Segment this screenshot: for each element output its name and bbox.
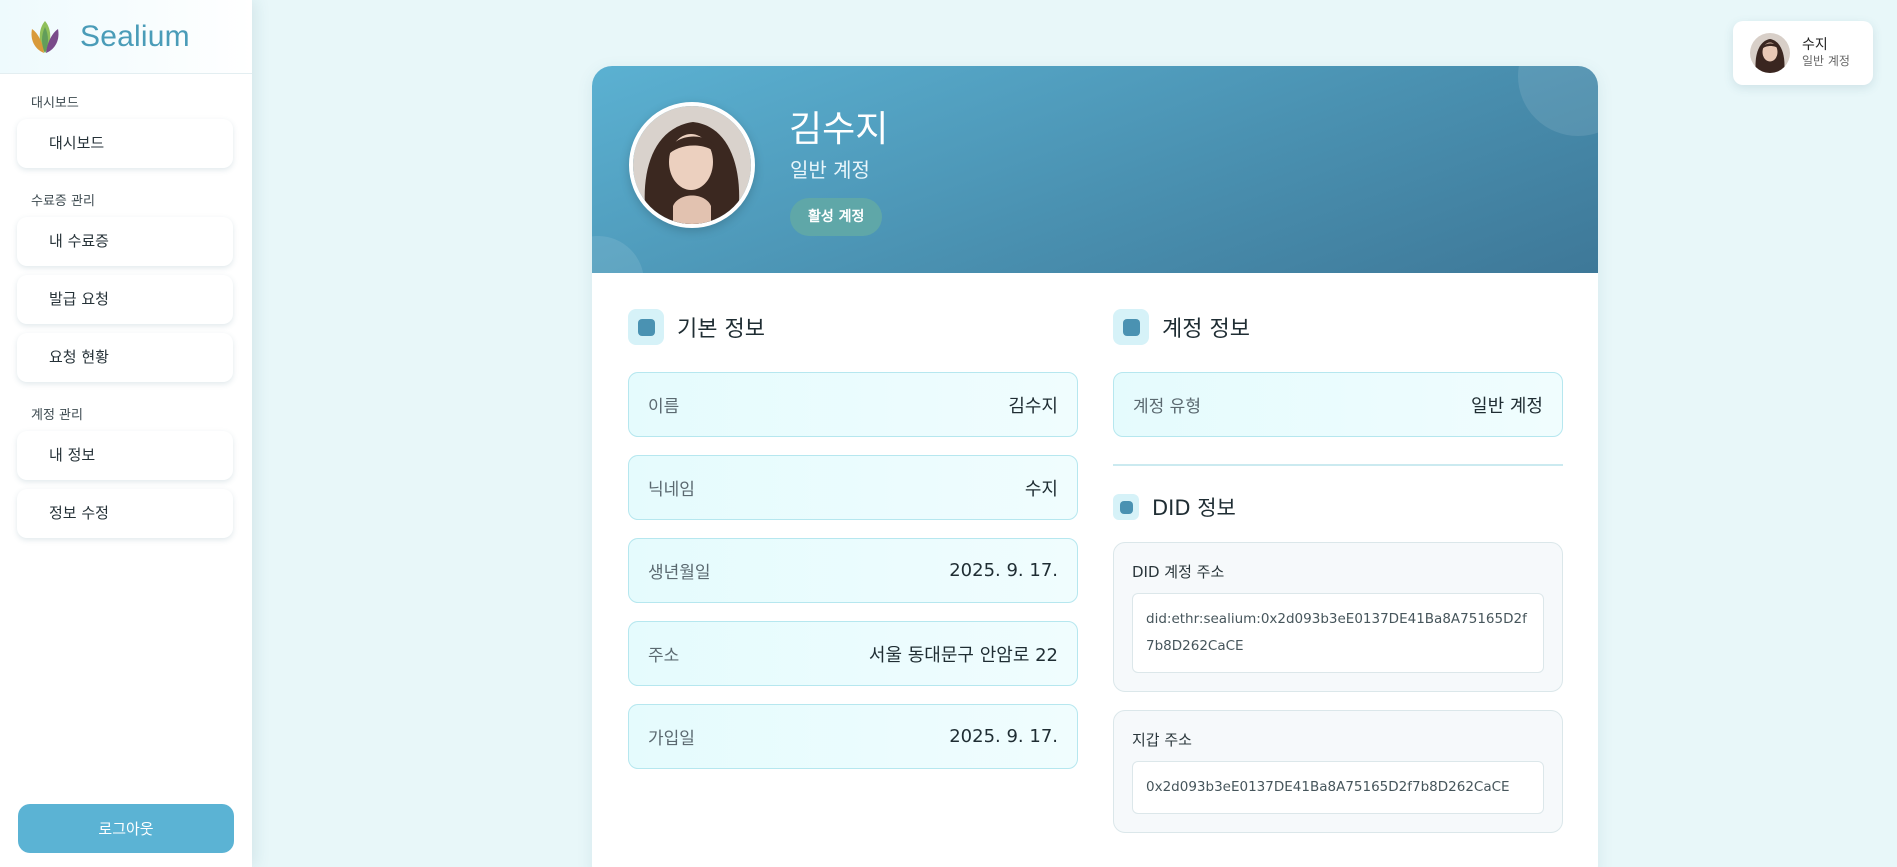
info-value: 서울 동대문구 안암로 22 xyxy=(868,644,1058,666)
info-label: 생년월일 xyxy=(648,563,711,583)
section-title: DID 정보 xyxy=(1152,496,1236,520)
wallet-address-box: 지갑 주소 0x2d093b3eE0137DE41Ba8A75165D2f7b8… xyxy=(1113,710,1563,833)
did-section-header: DID 정보 xyxy=(1113,492,1563,522)
profile-header: 김수지 일반 계정 활성 계정 xyxy=(592,66,1598,273)
info-square-icon xyxy=(1113,309,1149,345)
did-address-field[interactable]: did:ethr:sealium:0x2d093b3eE0137DE41Ba8A… xyxy=(1132,593,1544,673)
profile-photo-icon xyxy=(633,106,751,224)
info-value: 김수지 xyxy=(1008,395,1058,417)
info-row-name: 이름 김수지 xyxy=(628,372,1078,437)
wallet-address-label: 지갑 주소 xyxy=(1132,731,1192,749)
sidebar-item-request-status[interactable]: 요청 현황 xyxy=(17,333,233,382)
info-row-joined: 가입일 2025. 9. 17. xyxy=(628,704,1078,769)
info-value: 수지 xyxy=(1024,478,1058,500)
info-square-icon xyxy=(1113,494,1139,520)
info-row-birthdate: 생년월일 2025. 9. 17. xyxy=(628,538,1078,603)
avatar xyxy=(1750,33,1790,73)
logout-button[interactable]: 로그아웃 xyxy=(18,804,234,853)
sidebar-item-dashboard[interactable]: 대시보드 xyxy=(17,119,233,168)
sidebar-item-my-certificates[interactable]: 내 수료증 xyxy=(17,217,233,266)
profile-name: 김수지 xyxy=(789,109,889,150)
brand[interactable]: Sealium xyxy=(0,0,252,74)
leaf-logo-icon xyxy=(31,20,59,53)
account-info-section: 계정 정보 계정 유형 일반 계정 DID 정보 DID 계정 주소 did:e… xyxy=(1113,309,1563,833)
divider xyxy=(1113,464,1563,466)
sidebar-item-my-info[interactable]: 내 정보 xyxy=(17,431,233,480)
info-label: 주소 xyxy=(648,646,680,666)
user-menu[interactable]: 수지 일반 계정 xyxy=(1733,21,1873,85)
info-value: 2025. 9. 17. xyxy=(949,560,1058,581)
did-address-box: DID 계정 주소 did:ethr:sealium:0x2d093b3eE01… xyxy=(1113,542,1563,692)
basic-info-section: 기본 정보 이름 김수지 닉네임 수지 생년월일 2025. 9. 17. 주소… xyxy=(628,309,1078,769)
wallet-address-field[interactable]: 0x2d093b3eE0137DE41Ba8A75165D2f7b8D262Ca… xyxy=(1132,761,1544,814)
info-row-address: 주소 서울 동대문구 안암로 22 xyxy=(628,621,1078,686)
sidebar-item-edit-info[interactable]: 정보 수정 xyxy=(17,489,233,538)
info-label: 닉네임 xyxy=(648,480,695,500)
profile-role: 일반 계정 xyxy=(790,158,870,182)
info-row-nickname: 닉네임 수지 xyxy=(628,455,1078,520)
brand-name: Sealium xyxy=(80,19,190,53)
info-label: 계정 유형 xyxy=(1133,397,1201,417)
section-title: 계정 정보 xyxy=(1162,317,1250,342)
decorative-circle xyxy=(1518,66,1598,136)
info-label: 이름 xyxy=(648,397,680,417)
user-role: 일반 계정 xyxy=(1802,54,1850,68)
info-label: 가입일 xyxy=(648,729,695,749)
user-name: 수지 xyxy=(1802,37,1828,53)
info-value: 2025. 9. 17. xyxy=(949,726,1058,747)
sidebar-item-issue-request[interactable]: 발급 요청 xyxy=(17,275,233,324)
section-header: 기본 정보 xyxy=(628,309,1078,345)
status-badge: 활성 계정 xyxy=(790,198,883,236)
section-title: 기본 정보 xyxy=(677,317,765,342)
decorative-circle xyxy=(592,236,644,273)
info-row-account-type: 계정 유형 일반 계정 xyxy=(1113,372,1563,437)
sidebar: Sealium 대시보드 대시보드 수료증 관리 내 수료증 발급 요청 요청 … xyxy=(0,0,252,867)
section-header: 계정 정보 xyxy=(1113,309,1563,345)
info-square-icon xyxy=(628,309,664,345)
section-label-certificates: 수료증 관리 xyxy=(31,194,95,209)
did-address-label: DID 계정 주소 xyxy=(1132,563,1225,581)
profile-card: 김수지 일반 계정 활성 계정 기본 정보 이름 김수지 닉네임 수지 생년월일… xyxy=(592,66,1598,867)
section-label-dashboard: 대시보드 xyxy=(31,96,79,111)
info-value: 일반 계정 xyxy=(1471,395,1543,417)
section-label-account: 계정 관리 xyxy=(31,408,83,423)
user-avatar-icon xyxy=(1750,33,1790,73)
profile-avatar xyxy=(629,102,755,228)
